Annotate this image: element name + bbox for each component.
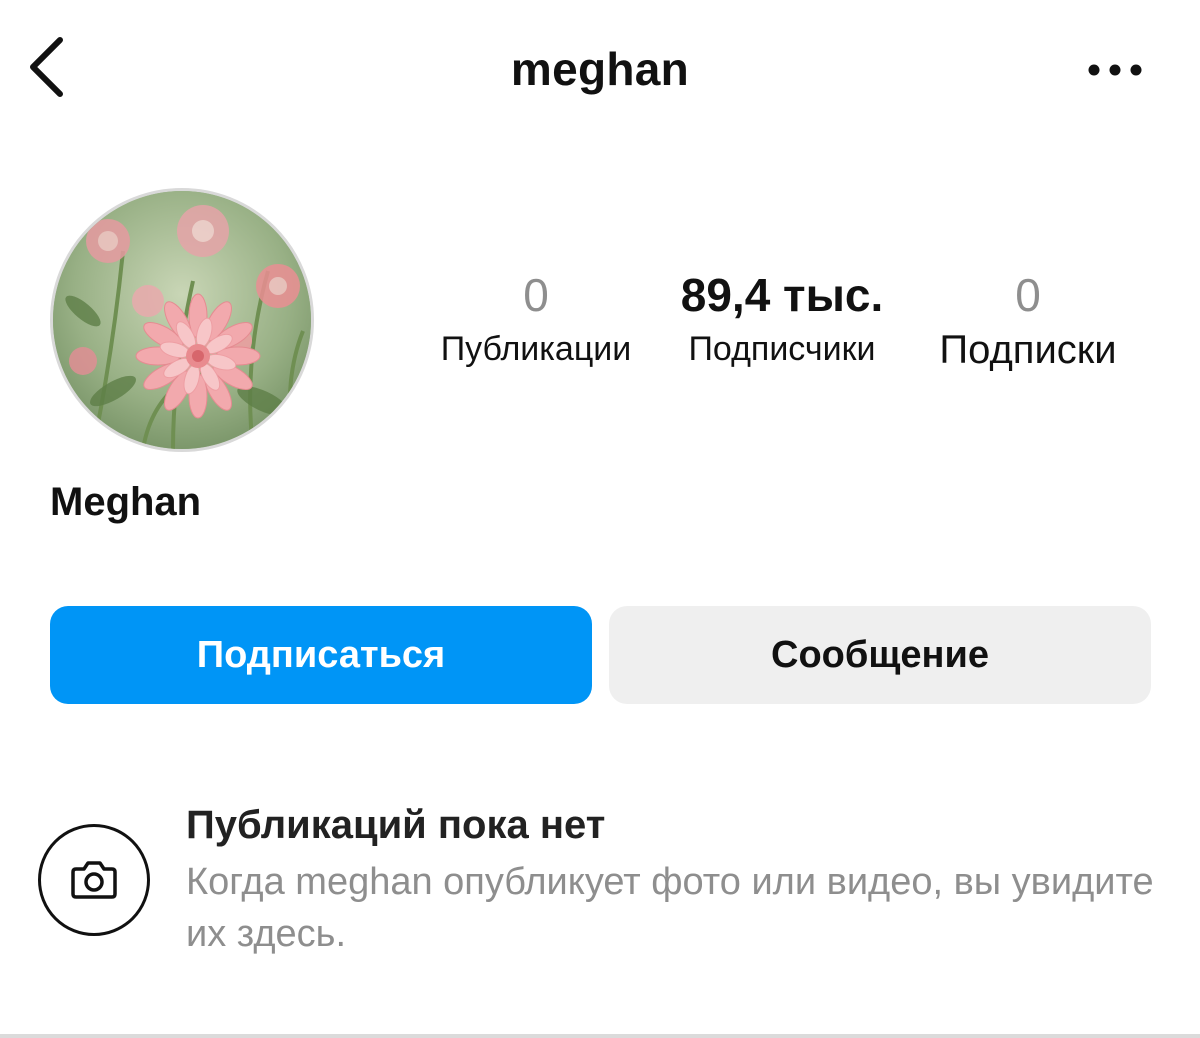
followers-label: Подписчики bbox=[688, 330, 876, 368]
stat-followers[interactable]: 89,4 тыс. Подписчики bbox=[664, 272, 900, 366]
camera-icon bbox=[71, 861, 117, 899]
followers-count: 89,4 тыс. bbox=[680, 269, 884, 321]
avatar[interactable] bbox=[50, 188, 314, 452]
divider bbox=[0, 1034, 1200, 1038]
following-count: 0 bbox=[1015, 269, 1041, 321]
empty-state-title: Публикаций пока нет bbox=[186, 803, 606, 847]
profile-page: meghan 0 Публикации 89,4 тыс. Подписчики… bbox=[0, 0, 1200, 1038]
display-name: Meghan bbox=[50, 480, 202, 524]
more-horizontal-icon bbox=[1088, 64, 1142, 76]
camera-icon-circle bbox=[38, 824, 150, 936]
message-button[interactable]: Сообщение bbox=[609, 606, 1151, 704]
flower-photo-icon bbox=[53, 191, 311, 449]
follow-button[interactable]: Подписаться bbox=[50, 606, 592, 704]
stat-following[interactable]: 0 Подписки bbox=[918, 272, 1138, 370]
empty-state-description: Когда meghan опубликует фото или видео, … bbox=[186, 861, 1154, 955]
posts-count: 0 bbox=[523, 269, 549, 321]
more-options-button[interactable] bbox=[1082, 52, 1148, 88]
page-title: meghan bbox=[510, 43, 690, 95]
stat-posts[interactable]: 0 Публикации bbox=[420, 272, 652, 366]
posts-label: Публикации bbox=[440, 330, 632, 368]
following-label: Подписки bbox=[939, 328, 1117, 372]
